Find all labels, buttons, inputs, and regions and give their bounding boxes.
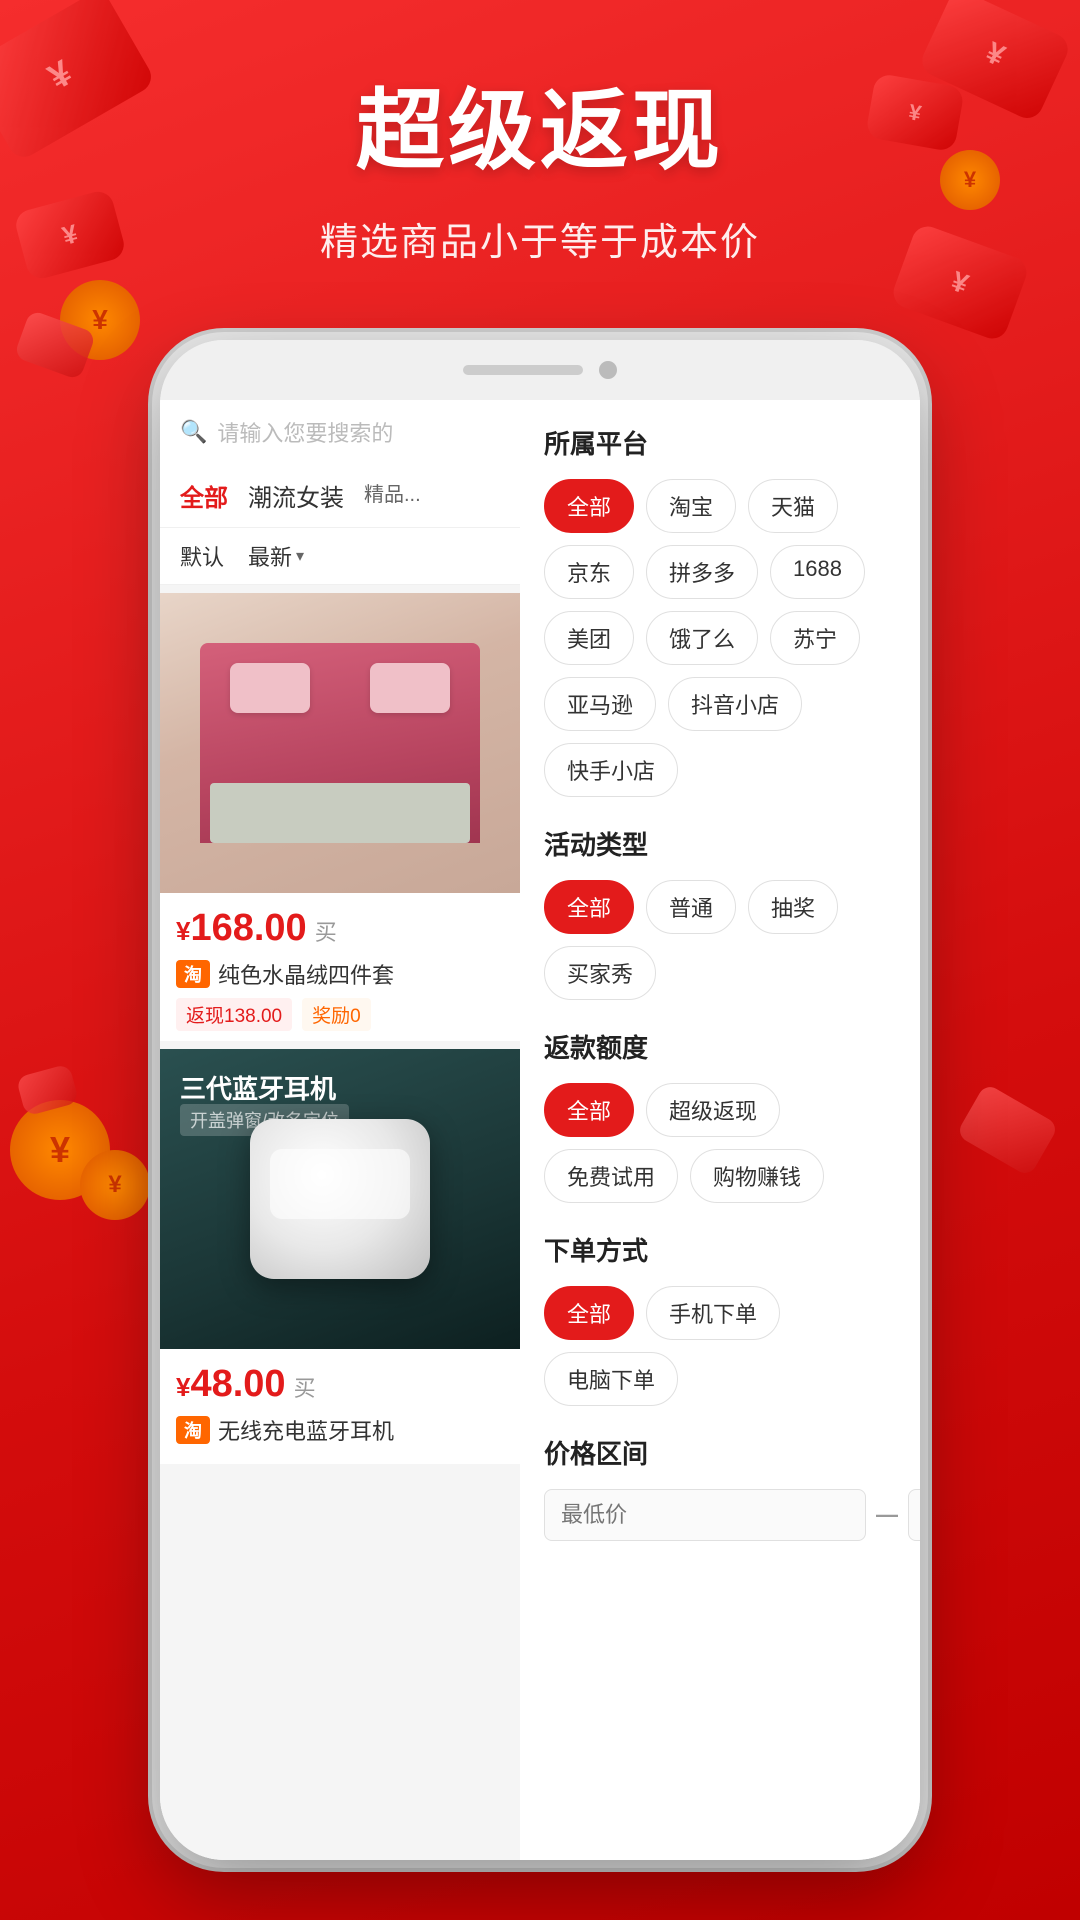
sort-default[interactable]: 默认: [180, 540, 224, 572]
filter-title-order: 下单方式: [544, 1231, 896, 1268]
price-row-earbuds: ¥48.00 买: [176, 1363, 504, 1406]
filter-tag-1688[interactable]: 1688: [770, 545, 865, 599]
product-card-bedding[interactable]: ¥168.00 买 淘 纯色水晶绒四件套 返现138.00 奖励0: [160, 593, 520, 1041]
price-range-row: —: [544, 1489, 896, 1541]
phone-mockup: 🔍 请输入您要搜索的 全部 潮流女装 精品... 默认 最新 ▾: [160, 340, 920, 1860]
cat-tab-more[interactable]: 精品...: [364, 478, 421, 513]
product-image-bedding: [160, 593, 520, 893]
price-bedding: ¥168.00: [176, 907, 307, 950]
filter-title-cashback: 返款额度: [544, 1028, 896, 1065]
price-max-input[interactable]: [908, 1489, 920, 1541]
product-info-earbuds: ¥48.00 买 淘 无线充电蓝牙耳机: [160, 1349, 520, 1464]
filter-tag-normal[interactable]: 普通: [646, 880, 736, 934]
earbuds-product-name: 三代蓝牙耳机: [180, 1069, 336, 1106]
filter-tags-platform: 全部 淘宝 天猫 京东 拼多多 1688 美团 饿了么 苏宁 亚马逊 抖音小店 …: [544, 479, 896, 797]
sort-bar: 默认 最新 ▾: [160, 528, 520, 585]
product-title-earbuds: 无线充电蓝牙耳机: [218, 1414, 394, 1446]
platform-badge-earbuds: 淘: [176, 1416, 210, 1444]
filter-tag-pc-order[interactable]: 电脑下单: [544, 1352, 678, 1406]
product-info-bedding: ¥168.00 买 淘 纯色水晶绒四件套 返现138.00 奖励0: [160, 893, 520, 1041]
main-title: 超级返现: [0, 60, 1080, 187]
price-action-earbuds: 买: [294, 1371, 316, 1403]
filter-tag-earn-shopping[interactable]: 购物赚钱: [690, 1149, 824, 1203]
left-panel: 🔍 请输入您要搜索的 全部 潮流女装 精品... 默认 最新 ▾: [160, 400, 520, 1860]
filter-tag-lottery[interactable]: 抽奖: [748, 880, 838, 934]
category-tabs: 全部 潮流女装 精品...: [160, 464, 520, 528]
reward-badge-bedding: 奖励0: [302, 998, 371, 1031]
filter-section-activity: 活动类型 全部 普通 抽奖 买家秀: [544, 825, 896, 1000]
filter-tag-kuaishou[interactable]: 快手小店: [544, 743, 678, 797]
price-row-bedding: ¥168.00 买: [176, 907, 504, 950]
header-section: 超级返现 精选商品小于等于成本价: [0, 60, 1080, 266]
filter-tag-activity-all[interactable]: 全部: [544, 880, 634, 934]
price-action-bedding: 买: [315, 915, 337, 947]
filter-tag-free-trial[interactable]: 免费试用: [544, 1149, 678, 1203]
sort-arrow-icon: ▾: [296, 546, 304, 566]
filter-tag-tianmao[interactable]: 天猫: [748, 479, 838, 533]
phone-speaker: [463, 365, 583, 375]
filter-tag-meituan[interactable]: 美团: [544, 611, 634, 665]
filter-tag-mobile-order[interactable]: 手机下单: [646, 1286, 780, 1340]
cat-tab-all[interactable]: 全部: [180, 478, 228, 513]
bed-pillow-right: [370, 663, 450, 713]
filter-tag-cashback-all[interactable]: 全部: [544, 1083, 634, 1137]
price-range-dash: —: [876, 1502, 898, 1528]
filter-section-cashback: 返款额度 全部 超级返现 免费试用 购物赚钱: [544, 1028, 896, 1203]
filter-tag-taobao[interactable]: 淘宝: [646, 479, 736, 533]
phone-camera: [599, 361, 617, 379]
filter-tag-amazon[interactable]: 亚马逊: [544, 677, 656, 731]
filter-tags-activity: 全部 普通 抽奖 买家秀: [544, 880, 896, 1000]
product-title-row-bedding: 淘 纯色水晶绒四件套: [176, 958, 504, 990]
filter-tag-platform-all[interactable]: 全部: [544, 479, 634, 533]
filter-title-activity: 活动类型: [544, 825, 896, 862]
filter-tag-jingdong[interactable]: 京东: [544, 545, 634, 599]
search-placeholder-text: 请输入您要搜索的: [217, 416, 393, 448]
product-image-earbuds: 三代蓝牙耳机 开盖弹窗/改名定位: [160, 1049, 520, 1349]
platform-badge-bedding: 淘: [176, 960, 210, 988]
phone-screen: 🔍 请输入您要搜索的 全部 潮流女装 精品... 默认 最新 ▾: [160, 400, 920, 1860]
search-icon: 🔍: [180, 419, 207, 445]
cat-tab-fashion[interactable]: 潮流女装: [248, 478, 344, 513]
filter-section-platform: 所属平台 全部 淘宝 天猫 京东 拼多多 1688 美团 饿了么 苏宁 亚马逊 …: [544, 424, 896, 797]
sort-newest[interactable]: 最新 ▾: [248, 540, 304, 572]
filter-tags-cashback: 全部 超级返现 免费试用 购物赚钱: [544, 1083, 896, 1203]
filter-tag-buyer-show[interactable]: 买家秀: [544, 946, 656, 1000]
product-title-bedding: 纯色水晶绒四件套: [218, 958, 394, 990]
cashback-badge-bedding: 返现138.00: [176, 998, 292, 1031]
bed-pillow-left: [230, 663, 310, 713]
filter-tag-super-cashback[interactable]: 超级返现: [646, 1083, 780, 1137]
price-earbuds: ¥48.00: [176, 1363, 286, 1406]
search-bar[interactable]: 🔍 请输入您要搜索的: [160, 400, 520, 464]
product-card-earbuds[interactable]: 三代蓝牙耳机 开盖弹窗/改名定位 ¥48.00 买 淘 无线充电蓝牙耳机: [160, 1049, 520, 1464]
earbuds-case-visual: [250, 1119, 430, 1279]
product-title-row-earbuds: 淘 无线充电蓝牙耳机: [176, 1414, 504, 1446]
right-panel-filters: 所属平台 全部 淘宝 天猫 京东 拼多多 1688 美团 饿了么 苏宁 亚马逊 …: [520, 400, 920, 1860]
filter-tags-order: 全部 手机下单 电脑下单: [544, 1286, 896, 1406]
filter-tag-eleme[interactable]: 饿了么: [646, 611, 758, 665]
filter-title-platform: 所属平台: [544, 424, 896, 461]
filter-tag-douyin[interactable]: 抖音小店: [668, 677, 802, 731]
deco-coin-4: ¥: [80, 1150, 150, 1220]
price-min-input[interactable]: [544, 1489, 866, 1541]
filter-tag-suning[interactable]: 苏宁: [770, 611, 860, 665]
filter-section-order: 下单方式 全部 手机下单 电脑下单: [544, 1231, 896, 1406]
cashback-row-bedding: 返现138.00 奖励0: [176, 998, 504, 1031]
sub-title: 精选商品小于等于成本价: [0, 211, 1080, 266]
filter-tag-order-all[interactable]: 全部: [544, 1286, 634, 1340]
filter-section-price: 价格区间 —: [544, 1434, 896, 1541]
filter-title-price: 价格区间: [544, 1434, 896, 1471]
phone-top-bar: [160, 340, 920, 400]
filter-tag-pinduoduo[interactable]: 拼多多: [646, 545, 758, 599]
